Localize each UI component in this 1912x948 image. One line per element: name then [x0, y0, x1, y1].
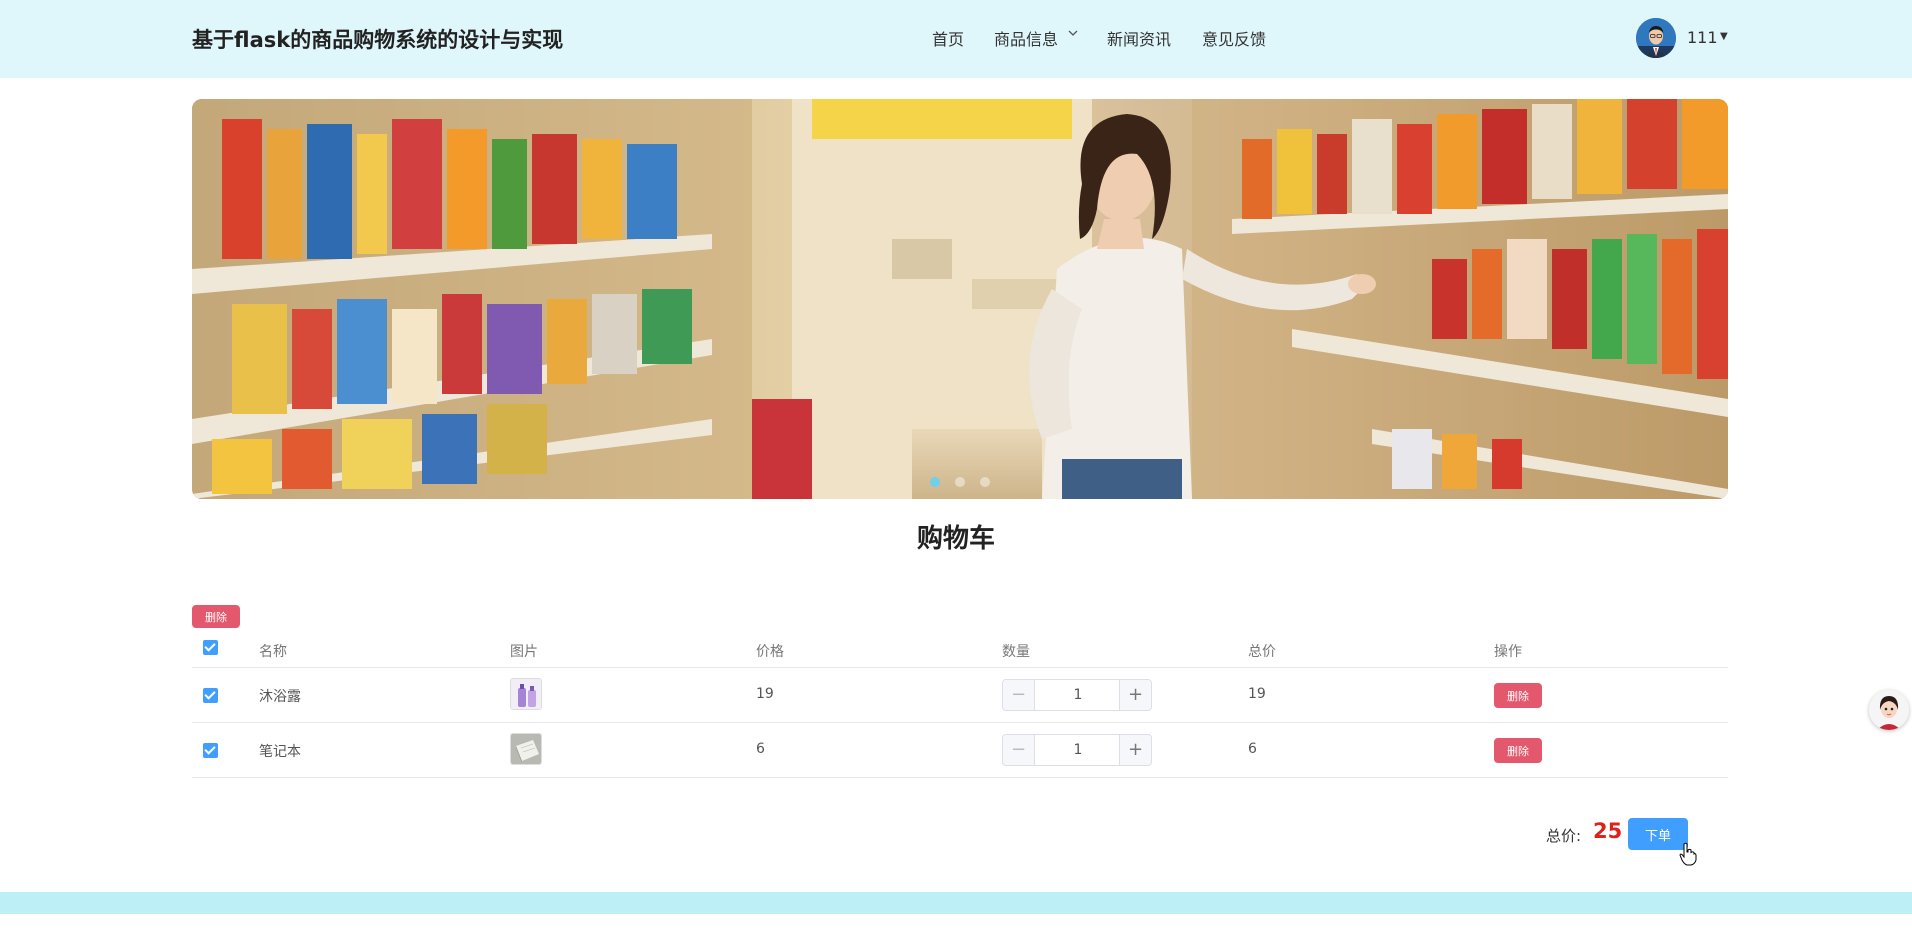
carousel-dot-2[interactable] — [955, 477, 965, 487]
banner-carousel[interactable] — [192, 99, 1728, 499]
select-all-checkbox[interactable] — [203, 640, 218, 655]
row-delete-button[interactable]: 删除 — [1494, 683, 1542, 708]
col-name: 名称 — [259, 644, 287, 660]
product-name: 笔记本 — [259, 744, 301, 760]
col-subtotal: 总价 — [1248, 644, 1276, 660]
product-subtotal: 19 — [1248, 686, 1266, 702]
top-header: 基于flask的商品购物系统的设计与实现 首页 商品信息 新闻资讯 意见反馈 1… — [0, 0, 1912, 78]
cart-table: 名称 图片 价格 数量 总价 操作 沐浴露 19 − + 19 删除 笔记本 — [192, 630, 1728, 778]
quantity-input[interactable] — [1036, 735, 1120, 765]
row-checkbox[interactable] — [203, 688, 218, 703]
table-row: 沐浴露 19 − + 19 删除 — [192, 668, 1728, 723]
total-label: 总价: — [1546, 827, 1582, 845]
user-avatar-icon[interactable] — [1636, 18, 1676, 58]
col-actions: 操作 — [1494, 644, 1522, 660]
row-checkbox[interactable] — [203, 743, 218, 758]
chevron-down-icon — [1068, 28, 1078, 41]
quantity-stepper: − + — [1002, 679, 1152, 711]
table-row: 笔记本 6 − + 6 删除 — [192, 723, 1728, 778]
col-quantity: 数量 — [1002, 644, 1030, 660]
quantity-input[interactable] — [1036, 680, 1120, 710]
nav-home[interactable]: 首页 — [932, 26, 964, 50]
product-price: 6 — [756, 741, 765, 757]
carousel-dots — [192, 472, 1728, 487]
cart-title: 购物车 — [916, 524, 995, 554]
user-name[interactable]: 111 — [1687, 28, 1718, 47]
carousel-dot-1[interactable] — [929, 477, 940, 487]
col-image: 图片 — [510, 644, 538, 660]
footer-strip — [0, 892, 1912, 914]
nav-products-label: 商品信息 — [994, 30, 1059, 49]
total-value: 25 — [1593, 819, 1623, 843]
product-name: 沐浴露 — [259, 689, 301, 705]
quantity-stepper: − + — [1002, 734, 1152, 766]
body-wash-image-icon — [510, 678, 542, 710]
nav-feedback[interactable]: 意见反馈 — [1202, 26, 1266, 50]
assistant-avatar-icon[interactable] — [1869, 690, 1909, 730]
notebook-image-icon — [510, 733, 542, 765]
nav-products[interactable]: 商品信息 — [994, 26, 1078, 50]
nav-news[interactable]: 新闻资讯 — [1107, 26, 1171, 50]
product-price: 19 — [756, 686, 774, 702]
banner-image — [192, 99, 1728, 499]
product-subtotal: 6 — [1248, 741, 1257, 757]
batch-delete-button[interactable]: 删除 — [192, 605, 240, 628]
row-delete-button[interactable]: 删除 — [1494, 738, 1542, 763]
decrease-button[interactable]: − — [1003, 680, 1035, 710]
increase-button[interactable]: + — [1119, 680, 1151, 710]
caret-down-icon[interactable]: ▼ — [1720, 31, 1728, 42]
table-header: 名称 图片 价格 数量 总价 操作 — [192, 630, 1728, 668]
col-price: 价格 — [756, 644, 784, 660]
main-nav: 首页 商品信息 新闻资讯 意见反馈 — [0, 26, 1912, 52]
decrease-button[interactable]: − — [1003, 735, 1035, 765]
hand-cursor-icon — [1679, 842, 1697, 870]
increase-button[interactable]: + — [1119, 735, 1151, 765]
